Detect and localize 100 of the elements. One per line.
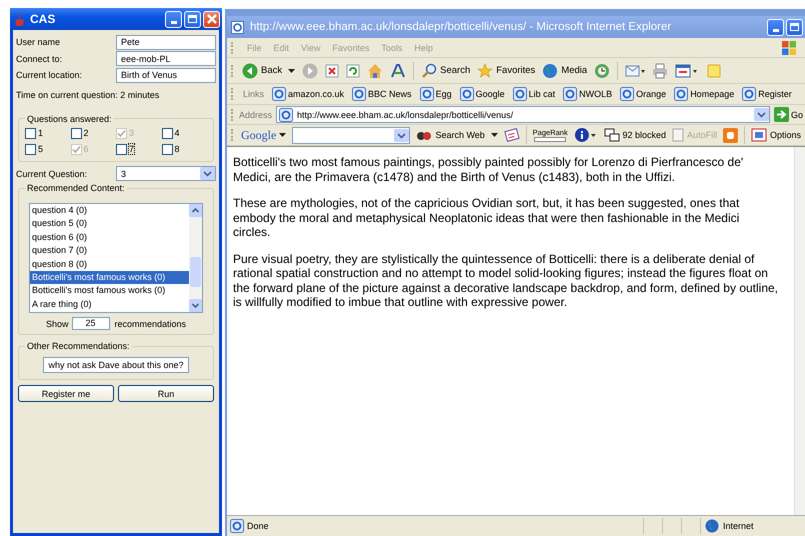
checkbox-label: 6 bbox=[84, 144, 89, 154]
links-label: Links bbox=[243, 89, 264, 99]
list-item[interactable]: question 4 (0) bbox=[30, 204, 189, 218]
show-label: Show bbox=[46, 318, 68, 328]
refresh-icon[interactable] bbox=[346, 64, 360, 78]
caret-icon[interactable] bbox=[490, 133, 498, 137]
paragraph: Botticelli's two most famous paintings, possibly painted possibly for Lorenzo di Pierfrancesco de' Medici, are the Primavera (c1478) and the Birth of Venus (c1483), both in the Uffizi. bbox=[233, 155, 744, 184]
link-button[interactable]: NWOLB bbox=[563, 87, 612, 101]
google-search-field[interactable] bbox=[292, 126, 410, 144]
action-button[interactable]: Run bbox=[118, 385, 214, 402]
link-button[interactable]: Egg bbox=[420, 87, 452, 101]
list-item[interactable]: question 5 (0) bbox=[30, 217, 189, 231]
link-button[interactable]: Register bbox=[742, 87, 792, 101]
list-item[interactable]: Botticelli's most famous works (0) bbox=[30, 284, 189, 298]
go-arrow-icon bbox=[774, 107, 789, 122]
link-button[interactable]: Google bbox=[460, 87, 505, 101]
checkbox[interactable] bbox=[162, 128, 172, 138]
group-title: Other Recommendations: bbox=[26, 341, 131, 351]
options-icon bbox=[750, 128, 767, 142]
field-label: Current location: bbox=[16, 70, 84, 80]
close-button[interactable] bbox=[203, 10, 220, 28]
address-field[interactable]: http://www.eee.bham.ac.uk/lonsdalepr/botticelli/venus/ bbox=[276, 106, 770, 123]
action-button[interactable]: Register me bbox=[18, 385, 114, 402]
checkbox[interactable] bbox=[25, 128, 36, 138]
field-label: Connect to: bbox=[16, 54, 64, 64]
globe-icon bbox=[542, 62, 558, 78]
font-icon[interactable] bbox=[390, 62, 406, 78]
list-item[interactable]: question 7 (0) bbox=[30, 244, 189, 258]
scrollbar[interactable] bbox=[189, 204, 202, 312]
checkbox[interactable] bbox=[25, 144, 36, 154]
list-item[interactable]: question 6 (0) bbox=[30, 230, 189, 244]
edit-icon[interactable] bbox=[675, 62, 700, 78]
popup-blocker-button[interactable]: 92 blocked bbox=[604, 128, 666, 142]
page-icon bbox=[272, 87, 286, 101]
blogger-icon[interactable] bbox=[723, 128, 738, 142]
google-menu-button[interactable]: Google bbox=[240, 128, 286, 142]
count-spinner[interactable]: 25 bbox=[72, 317, 110, 330]
search-web-button[interactable]: Search Web bbox=[416, 128, 498, 142]
page-icon bbox=[352, 87, 366, 101]
text-field[interactable]: Pete bbox=[116, 34, 216, 50]
scroll-thumb[interactable] bbox=[190, 257, 201, 287]
security-zone: Internet bbox=[700, 518, 805, 534]
scrollbar[interactable] bbox=[794, 147, 805, 515]
link-button[interactable]: Lib cat bbox=[512, 87, 556, 101]
link-button[interactable]: Orange bbox=[620, 87, 666, 101]
link-button[interactable]: BBC News bbox=[352, 87, 412, 101]
search-button[interactable]: Search bbox=[421, 62, 470, 78]
group-title: Recommended Content: bbox=[26, 183, 126, 193]
list-item[interactable]: question 8 (0) bbox=[30, 258, 189, 271]
magnifier-icon bbox=[421, 62, 438, 78]
question-dropdown[interactable]: 3 bbox=[116, 166, 216, 182]
checkbox-label: 4 bbox=[174, 128, 180, 138]
minimize-button[interactable] bbox=[165, 10, 182, 28]
page-icon bbox=[563, 87, 578, 101]
checkbox-label: 3 bbox=[129, 128, 134, 138]
page-icon bbox=[420, 87, 434, 101]
address-label: Address bbox=[239, 110, 272, 120]
caret-icon[interactable] bbox=[279, 133, 286, 137]
page-icon bbox=[620, 87, 634, 101]
page-icon bbox=[279, 108, 294, 122]
media-button[interactable]: Media bbox=[542, 62, 588, 78]
checkbox-label: 1 bbox=[38, 128, 44, 138]
recommendations-label: recommendations bbox=[114, 318, 186, 328]
favorites-button[interactable]: Favorites bbox=[477, 62, 536, 78]
back-button[interactable]: Back bbox=[242, 62, 296, 78]
options-button[interactable]: Options bbox=[750, 128, 802, 142]
star-icon bbox=[477, 62, 494, 78]
link-button[interactable]: amazon.co.uk bbox=[272, 87, 344, 101]
go-button[interactable]: Go bbox=[774, 107, 803, 122]
group-title: Questions answered: bbox=[26, 114, 113, 124]
maximize-button[interactable] bbox=[184, 10, 201, 28]
form-icon bbox=[672, 128, 684, 142]
window-title: http://www.eee.bham.ac.uk/lonsdalepr/botticelli/venus/ - Microsoft Internet Explorer bbox=[250, 21, 672, 33]
checkbox-label: 7 bbox=[129, 144, 134, 154]
cup-icon bbox=[14, 12, 26, 26]
scroll-down-icon[interactable] bbox=[189, 299, 202, 312]
windows-icon bbox=[604, 128, 620, 142]
checkbox[interactable] bbox=[70, 128, 82, 138]
print-icon[interactable] bbox=[652, 62, 668, 78]
list-item[interactable]: Botticelli's most famous works (0) bbox=[30, 270, 189, 284]
history-icon[interactable] bbox=[594, 62, 610, 78]
stop-icon[interactable] bbox=[325, 64, 340, 78]
maximize-button[interactable] bbox=[786, 18, 803, 36]
checkbox[interactable] bbox=[162, 144, 172, 154]
checkbox-label: 5 bbox=[38, 144, 44, 154]
home-icon[interactable] bbox=[367, 62, 384, 78]
scroll-up-icon[interactable] bbox=[189, 204, 202, 217]
news-icon[interactable] bbox=[504, 127, 520, 143]
caret-icon[interactable] bbox=[288, 68, 296, 72]
recommendation-button[interactable]: why not ask Dave about this one? bbox=[43, 357, 189, 373]
field-label: Current Question: bbox=[16, 168, 88, 179]
checkbox[interactable] bbox=[116, 144, 127, 154]
link-button[interactable]: Homepage bbox=[674, 87, 734, 101]
text-field[interactable]: eee-mob-PL bbox=[116, 51, 216, 66]
minimize-button[interactable] bbox=[767, 18, 784, 36]
list-item[interactable]: A rare thing (0) bbox=[30, 298, 189, 312]
mail-icon[interactable] bbox=[625, 64, 646, 78]
info-icon[interactable] bbox=[574, 127, 598, 143]
page-icon bbox=[674, 87, 688, 101]
text-field[interactable]: Birth of Venus bbox=[116, 68, 216, 83]
